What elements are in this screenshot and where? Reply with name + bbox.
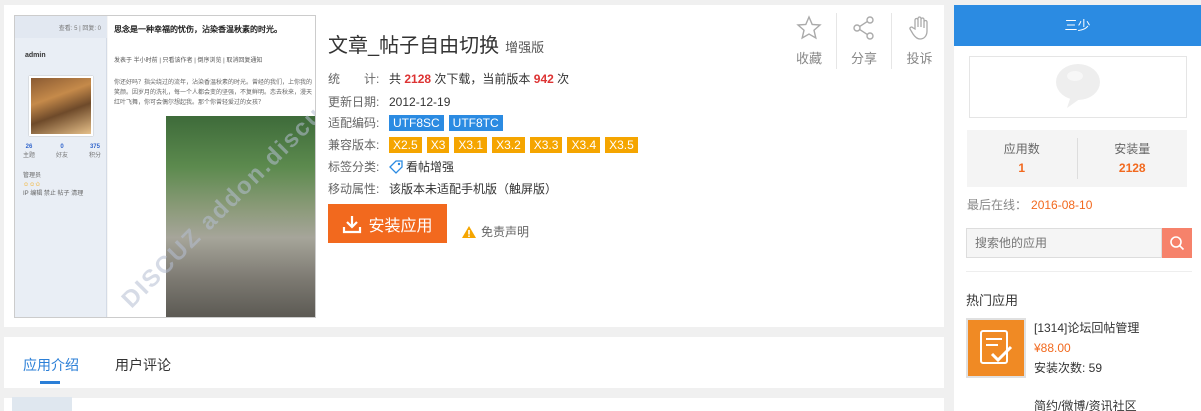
hot-app-price: ¥88.00 <box>1034 341 1071 355</box>
tag-link[interactable]: 看帖增强 <box>406 158 454 175</box>
hot-apps-title: 热门应用 <box>966 293 1019 308</box>
tab-intro[interactable]: 应用介绍 <box>23 355 79 375</box>
apps-stat: 应用数 1 <box>967 138 1078 179</box>
share-button[interactable]: 分享 <box>837 13 892 69</box>
version-download-count: 942 <box>533 71 554 86</box>
detail-tabs: 应用介绍 用户评论 <box>4 337 944 388</box>
preview-stat: 375 积分 <box>88 144 101 159</box>
preview-stat: 26 主题 <box>23 144 36 159</box>
hand-icon <box>907 15 933 41</box>
share-icon <box>851 15 877 41</box>
developer-avatar[interactable] <box>969 56 1187 118</box>
hot-app-info: [1314]论坛回帖管理 ¥88.00 安装次数: 59 <box>1034 318 1139 380</box>
installs-stat: 安装量 2128 <box>1078 130 1188 187</box>
preview-stat: 0 好友 <box>55 144 68 159</box>
developer-app-search-input[interactable] <box>966 228 1162 258</box>
mobile-label: 移动属性: <box>328 182 380 196</box>
encoding-label: 适配编码: <box>328 116 380 130</box>
preview-user-stats: 26 主题 0 好友 375 积分 <box>23 144 101 159</box>
preview-post-title: 思念是一种幸福的忧伤，沾染香温秋素的时光。 <box>114 25 282 34</box>
app-detail-card: 查看: 5 | 回复: 0 admin 26 主题 0 好友 375 积分 管理员 ☺… <box>4 5 944 327</box>
favorite-label: 收藏 <box>795 51 822 66</box>
developer-name[interactable]: 三少 <box>954 5 1201 46</box>
preview-post-links: 发表于 半小时前 | 只看该作者 | 倒序浏览 | 取消回复通知 <box>114 58 263 64</box>
app-title: 文章_帖子自由切换 增强版 <box>328 29 544 58</box>
tags-row: 标签分类: 看帖增强 <box>328 158 454 175</box>
encoding-tag: UTF8SC <box>389 114 444 131</box>
mobile-value: 该版本未适配手机版（触屏版） <box>389 182 558 196</box>
last-online: 最后在线： 2016-08-10 <box>967 196 1092 213</box>
favorite-button[interactable]: 收藏 <box>782 13 837 69</box>
tag-icon <box>389 159 403 174</box>
disclaimer-label: 免责声明 <box>481 225 530 239</box>
last-online-date: 2016-08-10 <box>1031 198 1093 212</box>
developer-stats: 应用数 1 安装量 2128 <box>967 130 1187 187</box>
app-edition: 增强版 <box>505 40 545 55</box>
preview-avatar <box>29 76 93 136</box>
compat-tag: X3.4 <box>567 136 601 153</box>
disclaimer-link[interactable]: 免责声明 <box>461 223 529 240</box>
app-preview-screenshot[interactable]: 查看: 5 | 回复: 0 admin 26 主题 0 好友 375 积分 管理员 ☺… <box>14 15 316 318</box>
hot-app-item[interactable]: [1314]论坛回帖管理 ¥88.00 安装次数: 59 <box>966 318 1192 380</box>
report-label: 投诉 <box>906 51 933 66</box>
warning-icon <box>461 225 477 239</box>
compat-tag: X2.5 <box>389 136 422 153</box>
hot-app-installs: 安装次数: 59 <box>1034 361 1103 375</box>
compat-label: 兼容版本: <box>328 138 380 152</box>
compat-tag: X3 <box>426 136 450 153</box>
share-label: 分享 <box>850 51 877 66</box>
updated-label: 更新日期: <box>328 95 380 109</box>
stats-label: 统 计: <box>328 72 380 86</box>
download-icon <box>342 214 362 234</box>
hot-app-icon <box>966 318 1026 378</box>
last-online-label: 最后在线： <box>967 198 1028 212</box>
avatar-placeholder-icon <box>1051 62 1105 112</box>
download-count: 2128 <box>404 71 432 86</box>
preview-admin-tools: 管理员 ☺☺✩ IP 编辑 禁止 帖子 清理 <box>23 173 84 197</box>
sidebar-divider <box>966 271 1192 272</box>
mobile-row: 移动属性: 该版本未适配手机版（触屏版） <box>328 180 557 197</box>
encoding-row: 适配编码: UTF8SC UTF8TC <box>328 114 508 131</box>
preview-post-text: 你还好吗？指尖绕过的流年，沾染香温秋素的时光。曾经的我们，上你我的笑颜。因岁月的… <box>114 80 313 106</box>
updated-row: 更新日期: 2012-12-19 <box>328 93 450 110</box>
report-button[interactable]: 投诉 <box>892 13 947 69</box>
preview-user-panel: 查看: 5 | 回复: 0 admin 26 主题 0 好友 375 积分 管理员 ☺… <box>15 16 107 317</box>
star-icon <box>796 15 822 41</box>
installs-count: 2128 <box>1118 161 1146 175</box>
app-title-text: 文章_帖子自由切换 <box>328 35 500 57</box>
preview-username: admin <box>25 52 46 59</box>
hot-app-icon-2[interactable] <box>12 397 72 411</box>
hot-app-name-2[interactable]: 简约/微博/资讯社区 <box>1034 397 1137 411</box>
encoding-tag: UTF8TC <box>448 114 503 131</box>
tab-reviews[interactable]: 用户评论 <box>115 355 171 375</box>
compat-tag: X3.2 <box>492 136 525 153</box>
updated-date: 2012-12-19 <box>389 94 451 109</box>
install-label: 安装应用 <box>368 217 433 235</box>
stats-row: 统 计: 共 2128 次下载，当前版本 942 次 <box>328 71 570 87</box>
compat-tag: X3.5 <box>605 136 638 153</box>
compat-tag: X3.1 <box>454 136 488 153</box>
active-tab-indicator <box>40 381 60 384</box>
preview-topbar: 查看: 5 | 回复: 0 <box>15 16 107 38</box>
action-bar: 收藏 分享 投诉 <box>782 13 947 69</box>
compat-tag: X3.3 <box>529 136 563 153</box>
compat-row: 兼容版本: X2.5 X3 X3.1 X3.2 X3.3 X3.4 X3.5 <box>328 136 643 153</box>
install-button[interactable]: 安装应用 <box>328 204 447 243</box>
apps-label: 应用数 <box>1003 142 1040 156</box>
tags-label: 标签分类: <box>328 160 380 174</box>
installs-label: 安装量 <box>1114 142 1151 156</box>
search-icon <box>1169 235 1185 251</box>
search-button[interactable] <box>1162 228 1192 258</box>
hot-app-name[interactable]: [1314]论坛回帖管理 <box>1034 318 1139 338</box>
developer-sidebar: 三少 应用数 1 安装量 2128 最后在线：2016-08-10 热门应用 [… <box>954 5 1201 411</box>
apps-count: 1 <box>1018 161 1026 175</box>
content-card <box>4 398 944 411</box>
